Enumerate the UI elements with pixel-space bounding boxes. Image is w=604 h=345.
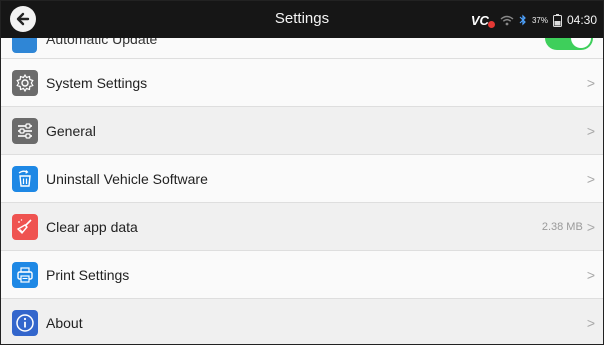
list-item-uninstall-vehicle-software[interactable]: Uninstall Vehicle Software > <box>1 155 603 203</box>
battery-icon <box>552 13 562 27</box>
list-item-label: General <box>46 122 96 139</box>
vci-label: VC <box>470 12 489 28</box>
vci-disconnected-icon <box>487 20 495 28</box>
list-item-label: Print Settings <box>46 266 130 283</box>
chevron-right-icon: > <box>586 122 595 139</box>
list-item-about[interactable]: About > <box>1 299 603 344</box>
list-item-general[interactable]: General > <box>1 107 603 155</box>
vci-status: VC <box>470 12 495 28</box>
row-right: > <box>587 59 595 106</box>
gear-icon <box>12 69 38 96</box>
info-icon <box>12 309 38 336</box>
settings-list: Automatic Update System Settings > Gener… <box>1 38 603 344</box>
automatic-update-row[interactable]: Automatic Update <box>1 38 603 59</box>
printer-icon <box>12 261 38 288</box>
row-right: > <box>587 251 595 298</box>
list-item-system-settings[interactable]: System Settings > <box>1 59 603 107</box>
list-item-label: System Settings <box>46 74 148 91</box>
chevron-right-icon: > <box>586 218 595 235</box>
list-item-label: Uninstall Vehicle Software <box>46 170 208 187</box>
list-item-print-settings[interactable]: Print Settings > <box>1 251 603 299</box>
status-bar: VC 37% 04:30 <box>471 11 597 29</box>
wifi-icon <box>500 15 514 25</box>
chevron-right-icon: > <box>586 74 595 91</box>
sliders-icon <box>12 117 38 144</box>
update-icon <box>12 38 37 53</box>
cache-size-value: 2.38 MB <box>541 220 583 233</box>
row-right: > <box>586 299 595 344</box>
automatic-update-label: Automatic Update <box>46 38 158 47</box>
chevron-right-icon: > <box>586 314 595 331</box>
top-bar: Settings VC 37% 04:30 <box>1 1 603 38</box>
chevron-right-icon: > <box>586 170 595 187</box>
trash-icon <box>12 165 38 192</box>
row-right: 2.38 MB > <box>542 203 595 250</box>
list-item-label: About <box>46 314 83 331</box>
list-item-label: Clear app data <box>46 218 138 235</box>
bluetooth-icon <box>519 14 526 26</box>
broom-icon <box>12 213 38 240</box>
clock: 04:30 <box>566 13 597 27</box>
toggle-knob <box>571 38 591 48</box>
row-right: > <box>587 155 595 202</box>
row-right: > <box>587 107 595 154</box>
screen: Settings VC 37% 04:30 Automatic Update S… <box>0 0 604 345</box>
battery-percent: 37% <box>531 15 548 25</box>
automatic-update-toggle[interactable] <box>545 38 593 50</box>
chevron-right-icon: > <box>586 266 595 283</box>
list-item-clear-app-data[interactable]: Clear app data 2.38 MB > <box>1 203 603 251</box>
